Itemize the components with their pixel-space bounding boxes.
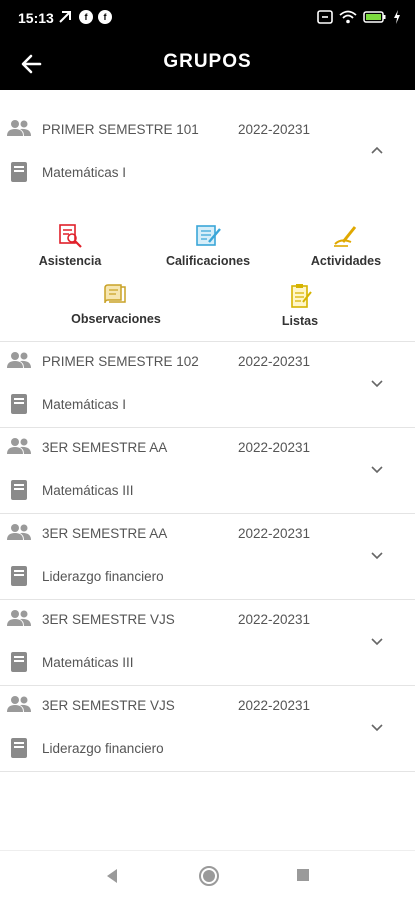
book-icon (11, 394, 27, 414)
grades-icon (196, 225, 221, 246)
wifi-icon (339, 10, 357, 24)
group-period: 2022-20231 (238, 526, 311, 541)
group-people-icon (7, 524, 31, 540)
group-card[interactable]: 3ER SEMESTRE VJS 2022-20231 Liderazgo fi… (0, 686, 415, 772)
group-name: 3ER SEMESTRE AA (42, 526, 168, 541)
observations-action[interactable]: Observaciones (66, 282, 166, 326)
group-people-icon (7, 610, 31, 626)
chevron-down-icon[interactable] (368, 546, 386, 564)
observations-label: Observaciones (71, 312, 161, 326)
group-card[interactable]: 3ER SEMESTRE AA 2022-20231 Matemáticas I… (0, 428, 415, 514)
status-time: 15:13 (18, 10, 54, 26)
chevron-down-icon[interactable] (368, 460, 386, 478)
book-icon (11, 652, 27, 672)
lists-action[interactable]: Listas (262, 282, 338, 328)
nav-home-icon[interactable] (198, 865, 220, 887)
group-card-expanded: PRIMER SEMESTRE 101 2022-20231 Matemátic… (0, 90, 415, 342)
battery-icon (363, 11, 386, 23)
chevron-up-icon[interactable] (368, 142, 386, 160)
app-bar: GRUPOS (0, 36, 415, 90)
activities-action[interactable]: Actividades (306, 222, 386, 268)
group-period: 2022-20231 (238, 440, 311, 455)
book-icon (11, 162, 27, 182)
grades-action[interactable]: Calificaciones (160, 222, 256, 268)
nav-recents-icon[interactable] (296, 868, 310, 882)
group-people-icon (7, 120, 31, 136)
group-name: 3ER SEMESTRE VJS (42, 612, 175, 627)
group-people-icon (7, 696, 31, 712)
group-card[interactable]: PRIMER SEMESTRE 102 2022-20231 Matemátic… (0, 342, 415, 428)
group-name: PRIMER SEMESTRE 101 (42, 122, 199, 137)
chevron-down-icon[interactable] (368, 632, 386, 650)
screenshot-icon (317, 10, 333, 24)
group-period: 2022-20231 (238, 122, 311, 137)
chevron-down-icon[interactable] (368, 718, 386, 736)
group-subject: Matemáticas I (42, 165, 127, 180)
grades-label: Calificaciones (165, 254, 251, 268)
group-name: 3ER SEMESTRE VJS (42, 698, 175, 713)
group-period: 2022-20231 (238, 612, 311, 627)
charging-icon (394, 10, 400, 24)
status-system-icons (317, 10, 401, 24)
status-bar: 15:13 f f (0, 0, 415, 36)
app-notification-icon: f (79, 10, 93, 24)
group-name: 3ER SEMESTRE AA (42, 440, 168, 455)
nav-back-icon[interactable] (104, 867, 120, 885)
attendance-label: Asistencia (38, 254, 102, 268)
group-people-icon (7, 438, 31, 454)
group-period: 2022-20231 (238, 354, 311, 369)
page-title: GRUPOS (163, 51, 252, 72)
group-people-icon (7, 352, 31, 368)
group-subject: Matemáticas III (42, 483, 134, 498)
group-subject: Matemáticas III (42, 655, 134, 670)
groups-list: PRIMER SEMESTRE 101 2022-20231 Matemátic… (0, 90, 415, 772)
activities-icon (334, 226, 357, 247)
app-notification-icon-2: f (98, 10, 112, 24)
system-nav-bar (0, 850, 415, 900)
observations-icon (104, 284, 126, 304)
group-subject: Liderazgo financiero (42, 569, 164, 584)
attendance-action[interactable]: Asistencia (30, 222, 110, 268)
book-icon (11, 738, 27, 758)
group-name: PRIMER SEMESTRE 102 (42, 354, 199, 369)
lists-label: Listas (281, 314, 319, 328)
lists-icon (291, 284, 312, 308)
status-notification-icons: f f (58, 10, 112, 24)
group-subject: Liderazgo financiero (42, 741, 164, 756)
attendance-icon (59, 224, 82, 248)
group-card[interactable]: 3ER SEMESTRE VJS 2022-20231 Matemáticas … (0, 600, 415, 686)
book-icon (11, 480, 27, 500)
activities-label: Actividades (310, 254, 382, 268)
group-card[interactable]: 3ER SEMESTRE AA 2022-20231 Liderazgo fin… (0, 514, 415, 600)
group-period: 2022-20231 (238, 698, 311, 713)
chevron-down-icon[interactable] (368, 374, 386, 392)
call-forward-icon (59, 11, 71, 23)
group-subject: Matemáticas I (42, 397, 127, 412)
book-icon (11, 566, 27, 586)
